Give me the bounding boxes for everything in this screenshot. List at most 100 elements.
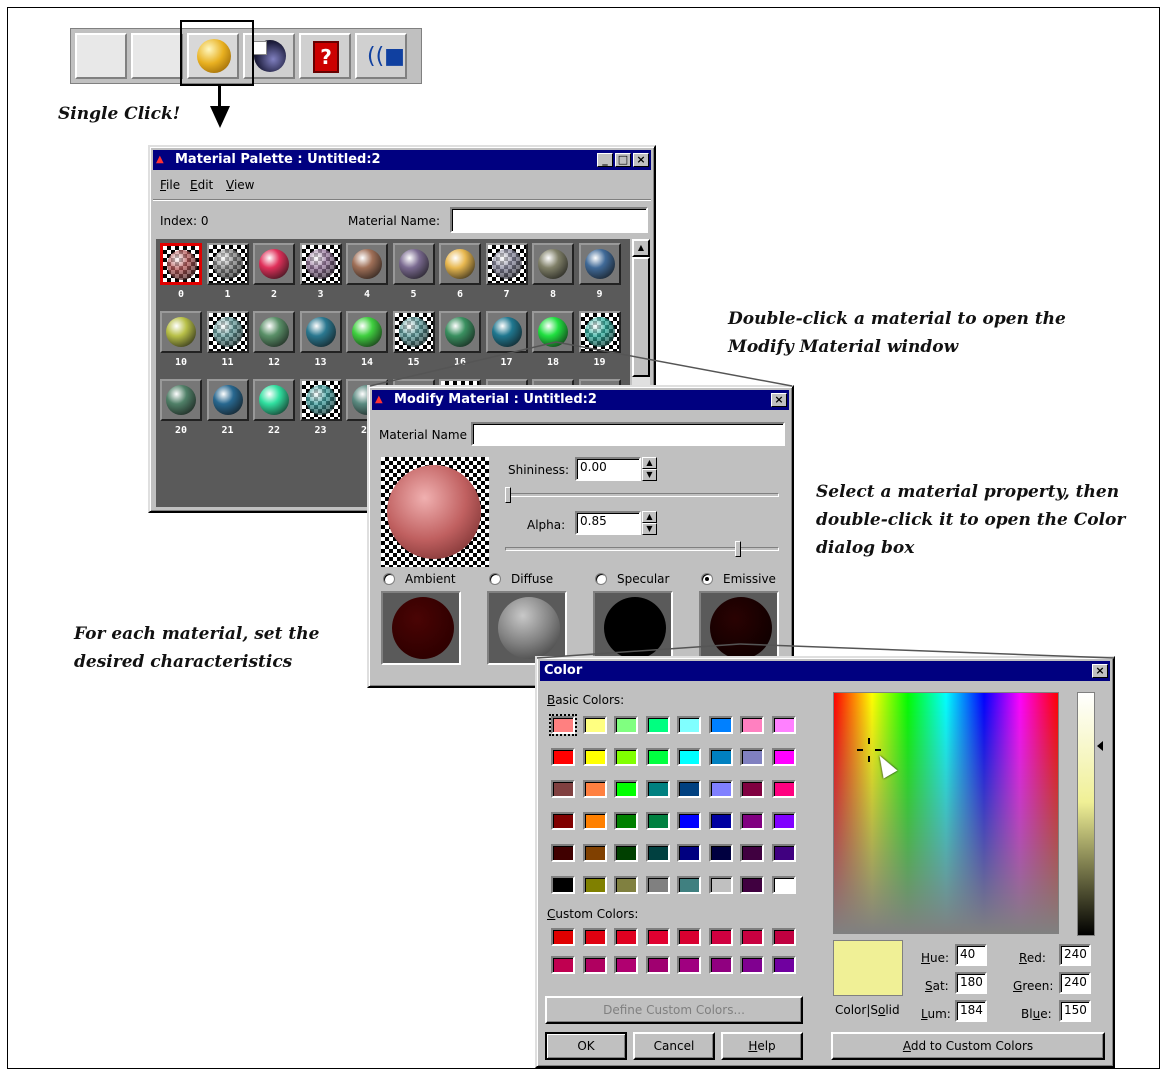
basic-color-swatch[interactable] [708,716,733,734]
help-button[interactable]: Help [721,1032,803,1060]
material-swatch[interactable] [253,311,295,353]
basic-color-swatch[interactable] [582,748,607,766]
emissive-radio[interactable] [701,573,713,585]
material-swatch[interactable] [253,379,295,421]
basic-color-swatch[interactable] [740,812,764,830]
ok-button[interactable]: OK [545,1032,627,1060]
color-spectrum[interactable] [833,692,1059,934]
luminance-bar[interactable] [1077,692,1095,936]
menu-file[interactable]: File [160,177,180,193]
diffuse-radio[interactable] [489,573,501,585]
define-custom-colors-button[interactable]: Define Custom Colors... [545,996,803,1024]
close-button[interactable]: × [633,153,649,167]
material-swatch[interactable] [485,311,528,353]
diffuse-preview[interactable] [487,591,567,665]
close-button[interactable]: × [1092,664,1108,678]
basic-color-swatch[interactable] [582,812,607,830]
material-swatch[interactable] [160,379,202,421]
basic-color-swatch[interactable] [582,716,607,734]
basic-color-swatch[interactable] [645,780,670,798]
basic-color-swatch[interactable] [582,876,607,894]
custom-color-swatch[interactable] [771,928,796,946]
material-swatch[interactable] [299,311,342,353]
material-swatch[interactable] [253,243,295,285]
material-swatch[interactable] [439,311,481,353]
basic-color-swatch[interactable] [551,748,575,766]
material-swatch[interactable] [439,243,481,285]
alpha-spin-up[interactable]: ▲ [642,511,657,523]
basic-color-swatch[interactable] [740,844,764,862]
custom-color-swatch[interactable] [677,928,701,946]
basic-color-swatch[interactable] [677,876,701,894]
material-swatch[interactable] [532,243,574,285]
toolbar-blank-button-2[interactable] [131,33,183,79]
basic-color-swatch[interactable] [708,876,733,894]
material-swatch[interactable] [532,311,574,353]
green-input[interactable]: 240 [1059,972,1091,994]
shininess-slider-thumb[interactable] [505,487,511,503]
emissive-preview[interactable] [699,591,779,665]
custom-color-swatch[interactable] [551,928,575,946]
basic-color-swatch[interactable] [551,844,575,862]
basic-color-swatch[interactable] [677,844,701,862]
custom-color-swatch[interactable] [614,956,638,974]
material-palette-titlebar[interactable]: ▲ Material Palette : Untitled:2 _ □ × [153,150,651,170]
custom-color-swatch[interactable] [708,956,733,974]
help-button[interactable]: ? [299,33,351,79]
alpha-spin-down[interactable]: ▼ [642,523,657,535]
shininess-spin-up[interactable]: ▲ [642,457,657,469]
custom-color-swatch[interactable] [740,928,764,946]
luminance-arrow-icon[interactable] [1097,741,1103,751]
material-swatch[interactable] [392,311,435,353]
cancel-button[interactable]: Cancel [633,1032,715,1060]
basic-color-swatch[interactable] [614,876,638,894]
shininess-spin-down[interactable]: ▼ [642,469,657,481]
modify-material-titlebar[interactable]: ▲ Modify Material : Untitled:2 × [372,390,789,410]
basic-color-swatch[interactable] [551,876,575,894]
close-button[interactable]: × [771,393,787,407]
basic-color-swatch[interactable] [708,844,733,862]
specular-radio[interactable] [595,573,607,585]
toolbar-blank-button-1[interactable] [75,33,127,79]
red-input[interactable]: 240 [1059,944,1091,966]
basic-color-swatch[interactable] [677,812,701,830]
basic-color-swatch[interactable] [708,812,733,830]
basic-color-swatch[interactable] [740,876,764,894]
basic-color-swatch[interactable] [677,716,701,734]
material-swatch[interactable] [578,311,621,353]
material-swatch[interactable] [392,243,435,285]
basic-color-swatch[interactable] [771,780,796,798]
material-swatch[interactable] [160,243,202,285]
basic-color-swatch[interactable] [771,716,796,734]
custom-color-swatch[interactable] [645,928,670,946]
basic-color-swatch[interactable] [645,812,670,830]
sound-button[interactable]: ((■ [355,33,407,79]
ambient-radio[interactable] [383,573,395,585]
ambient-preview[interactable] [381,591,461,665]
basic-color-swatch[interactable] [677,748,701,766]
basic-color-swatch[interactable] [771,748,796,766]
color-dialog-titlebar[interactable]: Color × [540,661,1110,681]
basic-color-swatch[interactable] [645,844,670,862]
menu-edit[interactable]: Edit [190,177,213,193]
material-swatch[interactable] [206,243,249,285]
basic-color-swatch[interactable] [740,780,764,798]
custom-color-swatch[interactable] [677,956,701,974]
maximize-button[interactable]: □ [615,153,631,167]
custom-color-swatch[interactable] [551,956,575,974]
custom-color-swatch[interactable] [771,956,796,974]
material-swatch[interactable] [160,311,202,353]
basic-color-swatch[interactable] [582,844,607,862]
custom-color-swatch[interactable] [582,928,607,946]
material-swatch[interactable] [346,311,388,353]
modify-material-name-input[interactable] [471,422,785,446]
custom-color-swatch[interactable] [614,928,638,946]
basic-color-swatch[interactable] [551,812,575,830]
basic-color-swatch[interactable] [708,780,733,798]
basic-color-swatch[interactable] [614,748,638,766]
basic-color-swatch[interactable] [582,780,607,798]
basic-color-swatch[interactable] [614,780,638,798]
material-swatch[interactable] [206,379,249,421]
custom-color-swatch[interactable] [645,956,670,974]
material-swatch[interactable] [485,243,528,285]
